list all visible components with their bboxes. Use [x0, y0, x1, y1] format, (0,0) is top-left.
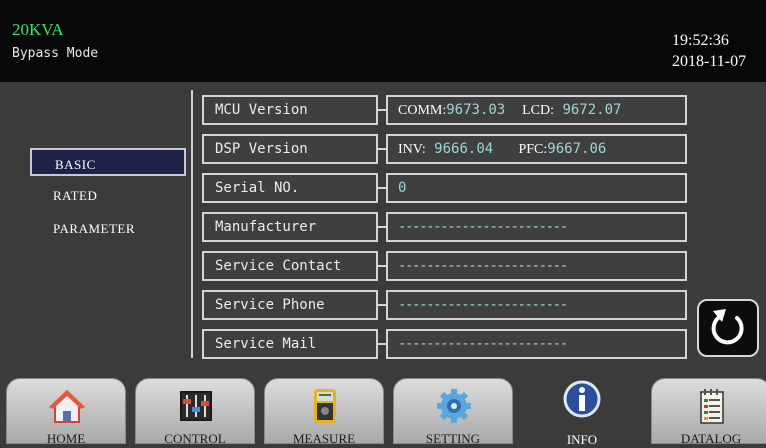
- service-mail-label: Service Mail: [202, 329, 378, 359]
- serial-value: 0: [386, 173, 687, 203]
- tab-label: MEASURE: [292, 431, 356, 446]
- model-label: 20KVA: [12, 20, 64, 39]
- menu-item-label: BASIC: [55, 157, 96, 172]
- manufacturer-value: ------------------------: [386, 212, 687, 242]
- row-connector: [378, 148, 386, 150]
- notepad-icon: [700, 389, 724, 424]
- multimeter-icon: [314, 389, 336, 423]
- service-mail-value: ------------------------: [386, 329, 687, 359]
- service-phone-label: Service Phone: [202, 290, 378, 320]
- pfc-key: PFC:: [518, 142, 548, 157]
- mcu-version-value: COMM:9673.03 LCD: 9672.07: [386, 95, 687, 125]
- tab-measure[interactable]: MEASURE: [264, 378, 384, 446]
- menu-item-parameter[interactable]: PARAMETER: [30, 216, 184, 242]
- row-connector: [378, 187, 386, 189]
- manufacturer-label: Manufacturer: [202, 212, 378, 242]
- tab-control[interactable]: CONTROL: [135, 378, 255, 446]
- service-contact-label: Service Contact: [202, 251, 378, 281]
- menu-item-label: PARAMETER: [53, 221, 136, 236]
- refresh-icon: [711, 309, 744, 345]
- row-connector: [378, 109, 386, 111]
- house-icon: [49, 390, 85, 423]
- tab-label: CONTROL: [164, 431, 226, 446]
- row-connector: [378, 343, 386, 345]
- ups-screen: 20KVA Bypass Mode 19:52:36 2018-11-07 BA…: [0, 0, 766, 447]
- service-contact-value: ------------------------: [386, 251, 687, 281]
- menu-item-rated[interactable]: RATED: [30, 183, 184, 209]
- lcd-value: 9672.07: [562, 102, 622, 118]
- comm-key: COMM:: [398, 103, 447, 118]
- menu-item-basic[interactable]: BASIC: [30, 148, 186, 176]
- menu-item-label: RATED: [53, 188, 98, 203]
- info-icon: [563, 380, 601, 418]
- tab-home[interactable]: HOME: [6, 378, 126, 446]
- dsp-version-label: DSP Version: [202, 134, 378, 164]
- service-phone-value: ------------------------: [386, 290, 687, 320]
- menu-divider: [191, 90, 193, 358]
- row-connector: [378, 226, 386, 228]
- inv-value: 9666.04: [434, 141, 494, 157]
- bottom-nav: HOME CONTROL MEASURE SETTING INFO DATALO…: [0, 374, 766, 447]
- mcu-version-label: MCU Version: [202, 95, 378, 125]
- clock-time: 19:52:36: [672, 32, 729, 49]
- lcd-key: LCD:: [522, 103, 554, 118]
- tab-label: SETTING: [425, 431, 481, 446]
- gear-icon: [437, 389, 471, 423]
- row-connector: [378, 265, 386, 267]
- dsp-version-value: INV: 9666.04 PFC:9667.06: [386, 134, 687, 164]
- row-connector: [378, 304, 386, 306]
- tab-info[interactable]: INFO: [522, 378, 642, 447]
- back-button[interactable]: [697, 299, 759, 357]
- tab-label: DATALOG: [680, 431, 742, 446]
- tab-label: INFO: [566, 432, 598, 447]
- pfc-value: 9667.06: [547, 141, 607, 157]
- inv-key: INV:: [398, 142, 426, 157]
- comm-value: 9673.03: [446, 102, 506, 118]
- mode-label: Bypass Mode: [12, 46, 99, 61]
- sliders-icon: [180, 391, 212, 421]
- tab-label: HOME: [46, 431, 86, 446]
- tab-datalog[interactable]: DATALOG: [651, 378, 766, 446]
- tab-setting[interactable]: SETTING: [393, 378, 513, 446]
- serial-label: Serial NO.: [202, 173, 378, 203]
- status-header: 20KVA Bypass Mode 19:52:36 2018-11-07: [0, 0, 766, 82]
- clock-date: 2018-11-07: [672, 53, 747, 70]
